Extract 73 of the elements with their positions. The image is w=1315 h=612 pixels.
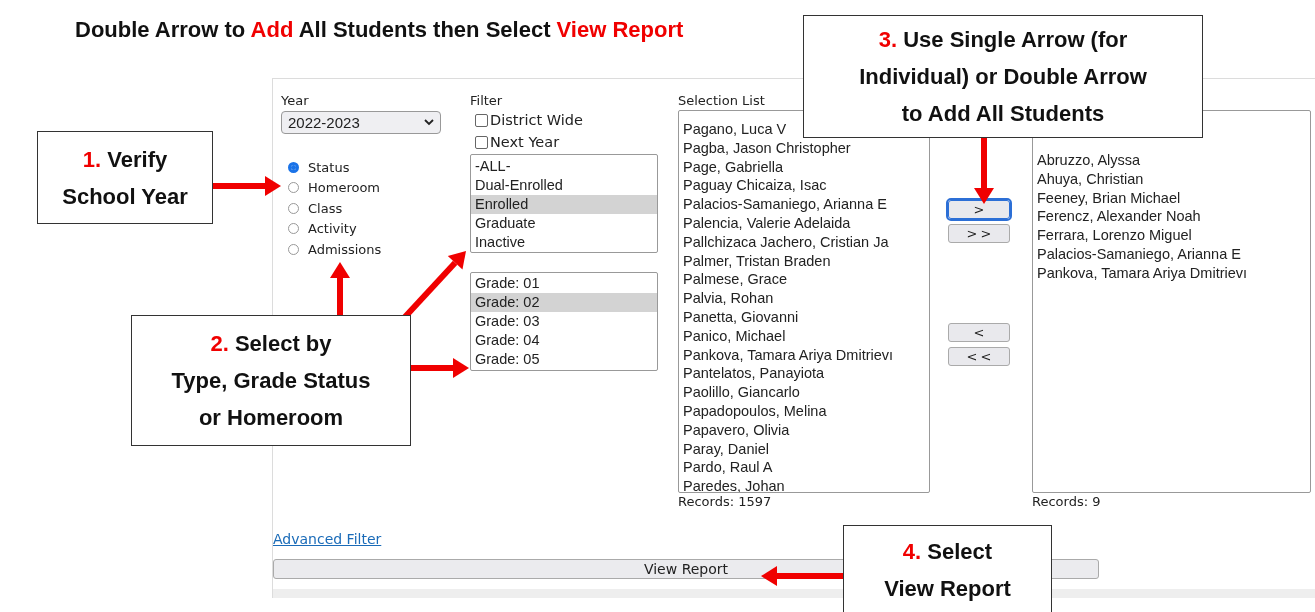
radio-label: Class	[308, 199, 343, 217]
list-option[interactable]: Grade: 05	[471, 350, 657, 369]
arrow	[974, 138, 994, 204]
list-option[interactable]: Pantelatos, Panayiota	[679, 364, 825, 384]
radio-button[interactable]	[288, 202, 299, 214]
list-option[interactable]: Enrolled	[471, 195, 657, 214]
list-option[interactable]: Pankova, Tamara Ariya Dmitrievı	[1033, 263, 1248, 283]
list-option[interactable]: Page, Gabriella	[679, 157, 783, 177]
chevron-down-icon	[424, 119, 434, 126]
list-option[interactable]: Grade: 04	[471, 331, 657, 350]
list-option[interactable]: Inactive	[471, 233, 657, 252]
selection-list-label: Selection List	[678, 92, 765, 109]
list-option[interactable]: Pardo, Raul A	[679, 458, 773, 478]
list-option[interactable]: Pagba, Jason Christopher	[679, 138, 851, 158]
list-option[interactable]: Panetta, Giovanni	[679, 307, 799, 327]
arrow	[213, 176, 281, 196]
list-option[interactable]: Pallchizaca Jachero, Cristian Ja	[679, 232, 889, 252]
status-listbox[interactable]: -ALL- Dual-Enrolled Enrolled Graduate Inactive	[470, 154, 658, 253]
list-option[interactable]: Ferrara, Lorenzo Miguel	[1033, 226, 1192, 245]
list-option[interactable]: Palvia, Rohan	[679, 289, 774, 308]
callout-tooltip: 4. Select View Report	[843, 525, 1052, 612]
callout-tooltip: 1. Verify School Year	[37, 131, 213, 224]
records-count: Records: 1597	[678, 494, 772, 510]
filter-label: Filter	[470, 92, 503, 109]
list-option[interactable]: Grade: 01	[471, 274, 657, 293]
list-option[interactable]: Ferencz, Alexander Noah	[1033, 207, 1201, 227]
advanced-filter-link[interactable]: Advanced Filter	[273, 531, 382, 547]
radio-button[interactable]	[288, 223, 299, 235]
list-option[interactable]: Feeney, Brian Michael	[1033, 188, 1181, 208]
list-option[interactable]: Graduate	[471, 214, 657, 233]
list-option[interactable]: Dual-Enrolled	[471, 176, 657, 195]
arrow	[411, 358, 469, 378]
list-option[interactable]: Pankova, Tamara Ariya Dmitrievı	[679, 345, 894, 365]
radio-label: Status	[308, 158, 350, 176]
year-dropdown[interactable]: 2022-2023	[281, 111, 441, 134]
callout-tooltip: 3. Use Single Arrow (for Individual) or Double Arrow to Add All Students	[803, 15, 1203, 138]
list-option[interactable]: Ahuya, Christian	[1033, 169, 1144, 189]
transfer-button[interactable]: <	[948, 323, 1010, 342]
checkbox-label: District Wide	[490, 112, 583, 128]
list-option[interactable]: Palmese, Grace	[679, 270, 787, 290]
year-label: Year	[281, 92, 309, 109]
list-option[interactable]: -ALL-	[471, 157, 657, 176]
callout-tooltip: 2. Select by Type, Grade Status or Homeroom	[131, 315, 411, 446]
list-option[interactable]: Palencia, Valerie Adelaida	[679, 214, 851, 233]
list-option[interactable]: Panico, Michael	[679, 326, 786, 346]
list-option[interactable]: Palacios-Samaniego, Arianna E	[1033, 245, 1241, 264]
checkbox[interactable]	[475, 135, 488, 149]
list-option[interactable]: Paolillo, Giancarlo	[679, 383, 800, 402]
list-option[interactable]: Grade: 03	[471, 312, 657, 331]
radio-label: Homeroom	[308, 179, 381, 197]
list-option[interactable]: Palacios-Samaniego, Arianna E	[679, 195, 887, 214]
list-option[interactable]: Paray, Daniel	[679, 439, 769, 459]
transfer-button[interactable]: >>	[948, 224, 1010, 243]
list-option[interactable]: Papadopoulos, Melina	[679, 401, 827, 421]
list-option[interactable]: Pagano, Luca V	[679, 120, 787, 139]
checkbox-label: Next Year	[490, 134, 560, 150]
radio-button[interactable]	[288, 243, 299, 255]
instruction-text: Double Arrow to Add All Students then Select View Report	[75, 17, 684, 42]
arrow	[330, 262, 350, 316]
transfer-button[interactable]: <<	[948, 347, 1010, 366]
list-option[interactable]: Grade: 02	[471, 293, 657, 312]
checkbox[interactable]	[475, 113, 488, 127]
list-option[interactable]: Paguay Chicaiza, Isac	[679, 176, 827, 196]
records-count: Records: 9	[1032, 494, 1101, 510]
list-option[interactable]: Papavero, Olivia	[679, 420, 790, 440]
radio-label: Activity	[308, 220, 357, 238]
transfer-button[interactable]: >	[948, 200, 1010, 219]
radio-label: Admissions	[308, 240, 382, 258]
grade-listbox[interactable]: Grade: 01 Grade: 02 Grade: 03 Grade: 04 Grade: 05	[470, 272, 658, 371]
radio-button[interactable]	[288, 161, 299, 173]
list-option[interactable]: Palmer, Tristan Braden	[679, 251, 831, 271]
radio-button[interactable]	[288, 182, 299, 194]
list-option[interactable]: Abruzzo, Alyssa	[1033, 151, 1141, 170]
